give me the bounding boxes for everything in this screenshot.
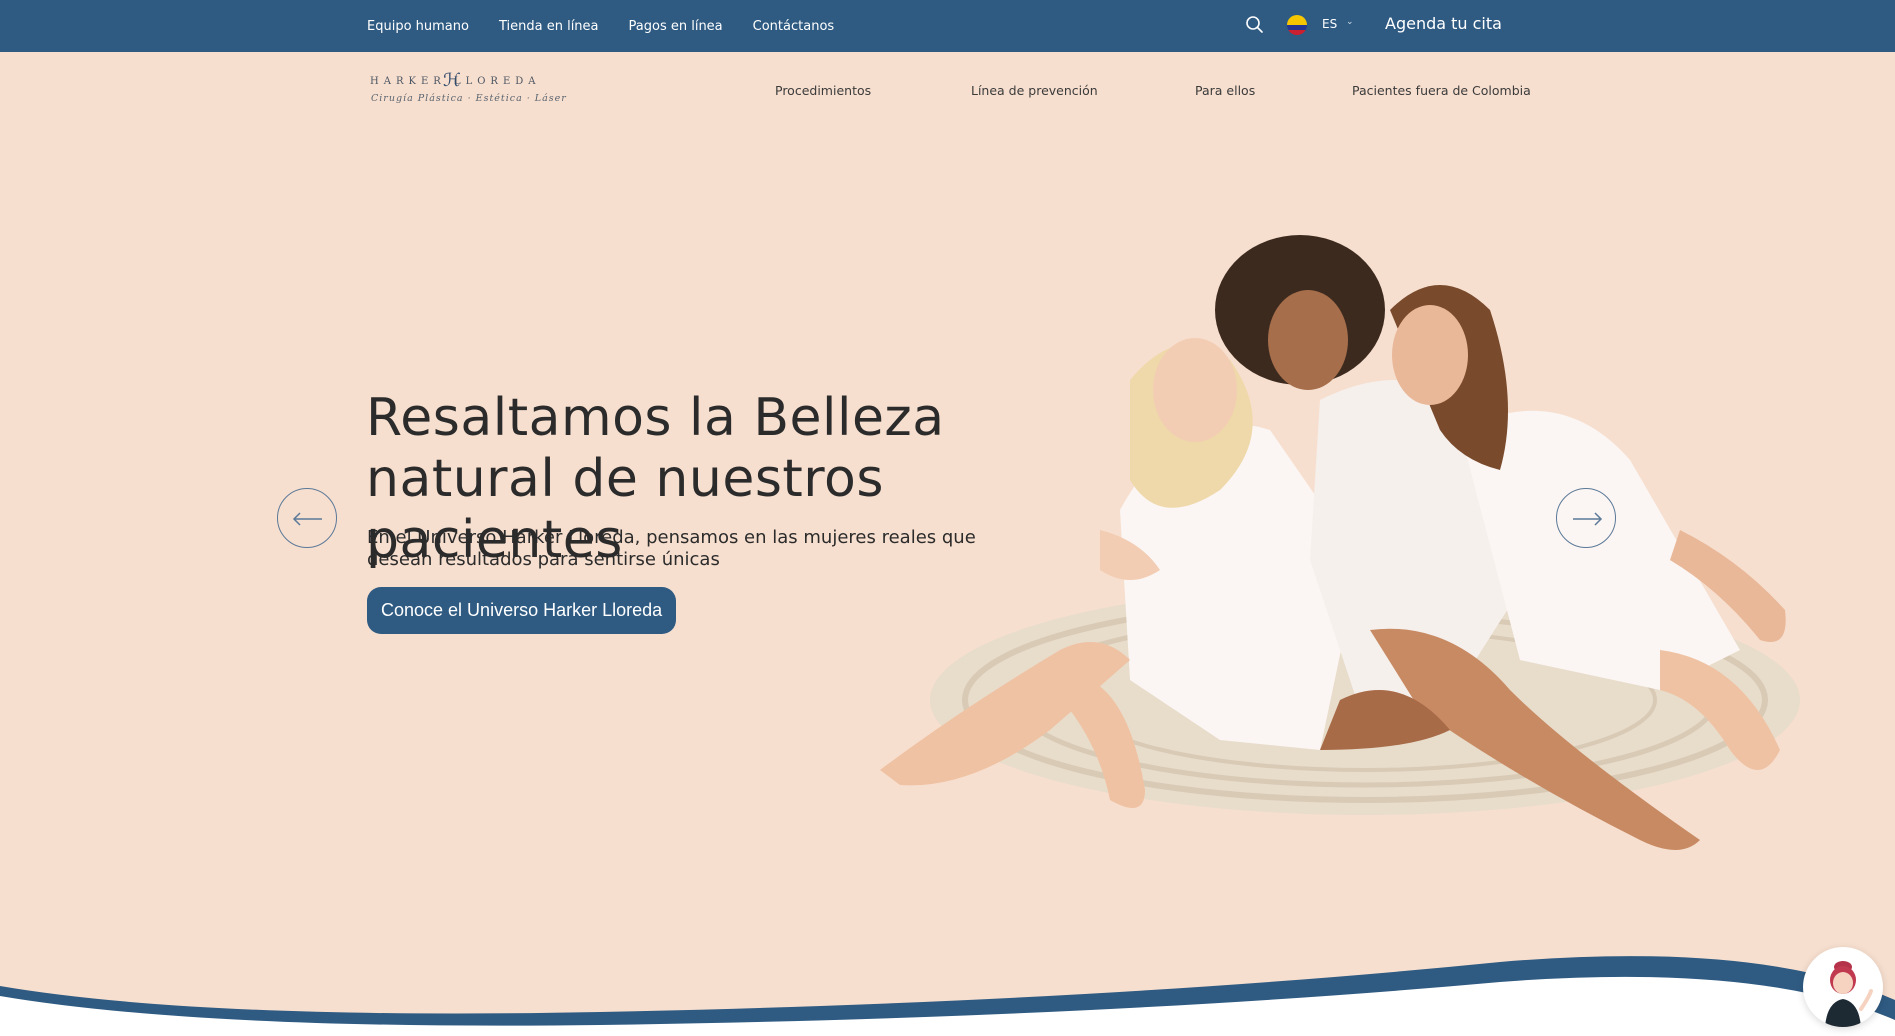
arrow-left-icon — [292, 512, 322, 526]
nav-linea-de-prevencion[interactable]: Línea de prevención — [971, 83, 1098, 98]
link-equipo-humano[interactable]: Equipo humano — [367, 19, 469, 34]
hero-subtitle: En el Universo Harker Lloreda, pensamos … — [367, 527, 976, 570]
chevron-down-icon[interactable]: ⌄ — [1346, 17, 1354, 27]
top-bar: Equipo humano Tienda en línea Pagos en l… — [0, 0, 1895, 52]
logo[interactable]: HARKER LLOREDA ℋ Cirugía Plástica · Esté… — [370, 70, 566, 106]
nav-procedimientos[interactable]: Procedimientos — [775, 83, 871, 98]
utility-nav: Equipo humano Tienda en línea Pagos en l… — [367, 0, 834, 52]
carousel-next-button[interactable] — [1556, 488, 1616, 548]
chat-assistant-avatar-icon — [1825, 961, 1873, 1027]
hero-cta-button[interactable]: Conoce el Universo Harker Lloreda — [367, 587, 677, 634]
arrow-right-icon — [1573, 512, 1603, 526]
agenda-tu-cita-link[interactable]: Agenda tu cita — [1385, 14, 1502, 33]
link-tienda-en-linea[interactable]: Tienda en línea — [499, 19, 599, 34]
logo-tagline: Cirugía Plástica · Estética · Láser — [371, 93, 567, 104]
chat-assistant-button[interactable] — [1803, 947, 1883, 1027]
language-selector[interactable]: ES — [1322, 17, 1337, 31]
carousel-prev-button[interactable] — [277, 488, 337, 548]
link-contactanos[interactable]: Contáctanos — [753, 19, 835, 34]
logo-monogram-icon: ℋ — [443, 70, 461, 91]
nav-para-ellos[interactable]: Para ellos — [1195, 83, 1255, 98]
search-icon[interactable] — [1244, 14, 1266, 36]
link-pagos-en-linea[interactable]: Pagos en línea — [629, 19, 723, 34]
colombia-flag-icon[interactable] — [1287, 15, 1307, 35]
footer-wave — [0, 956, 1895, 1036]
nav-pacientes-fuera-de-colombia[interactable]: Pacientes fuera de Colombia — [1352, 83, 1531, 98]
